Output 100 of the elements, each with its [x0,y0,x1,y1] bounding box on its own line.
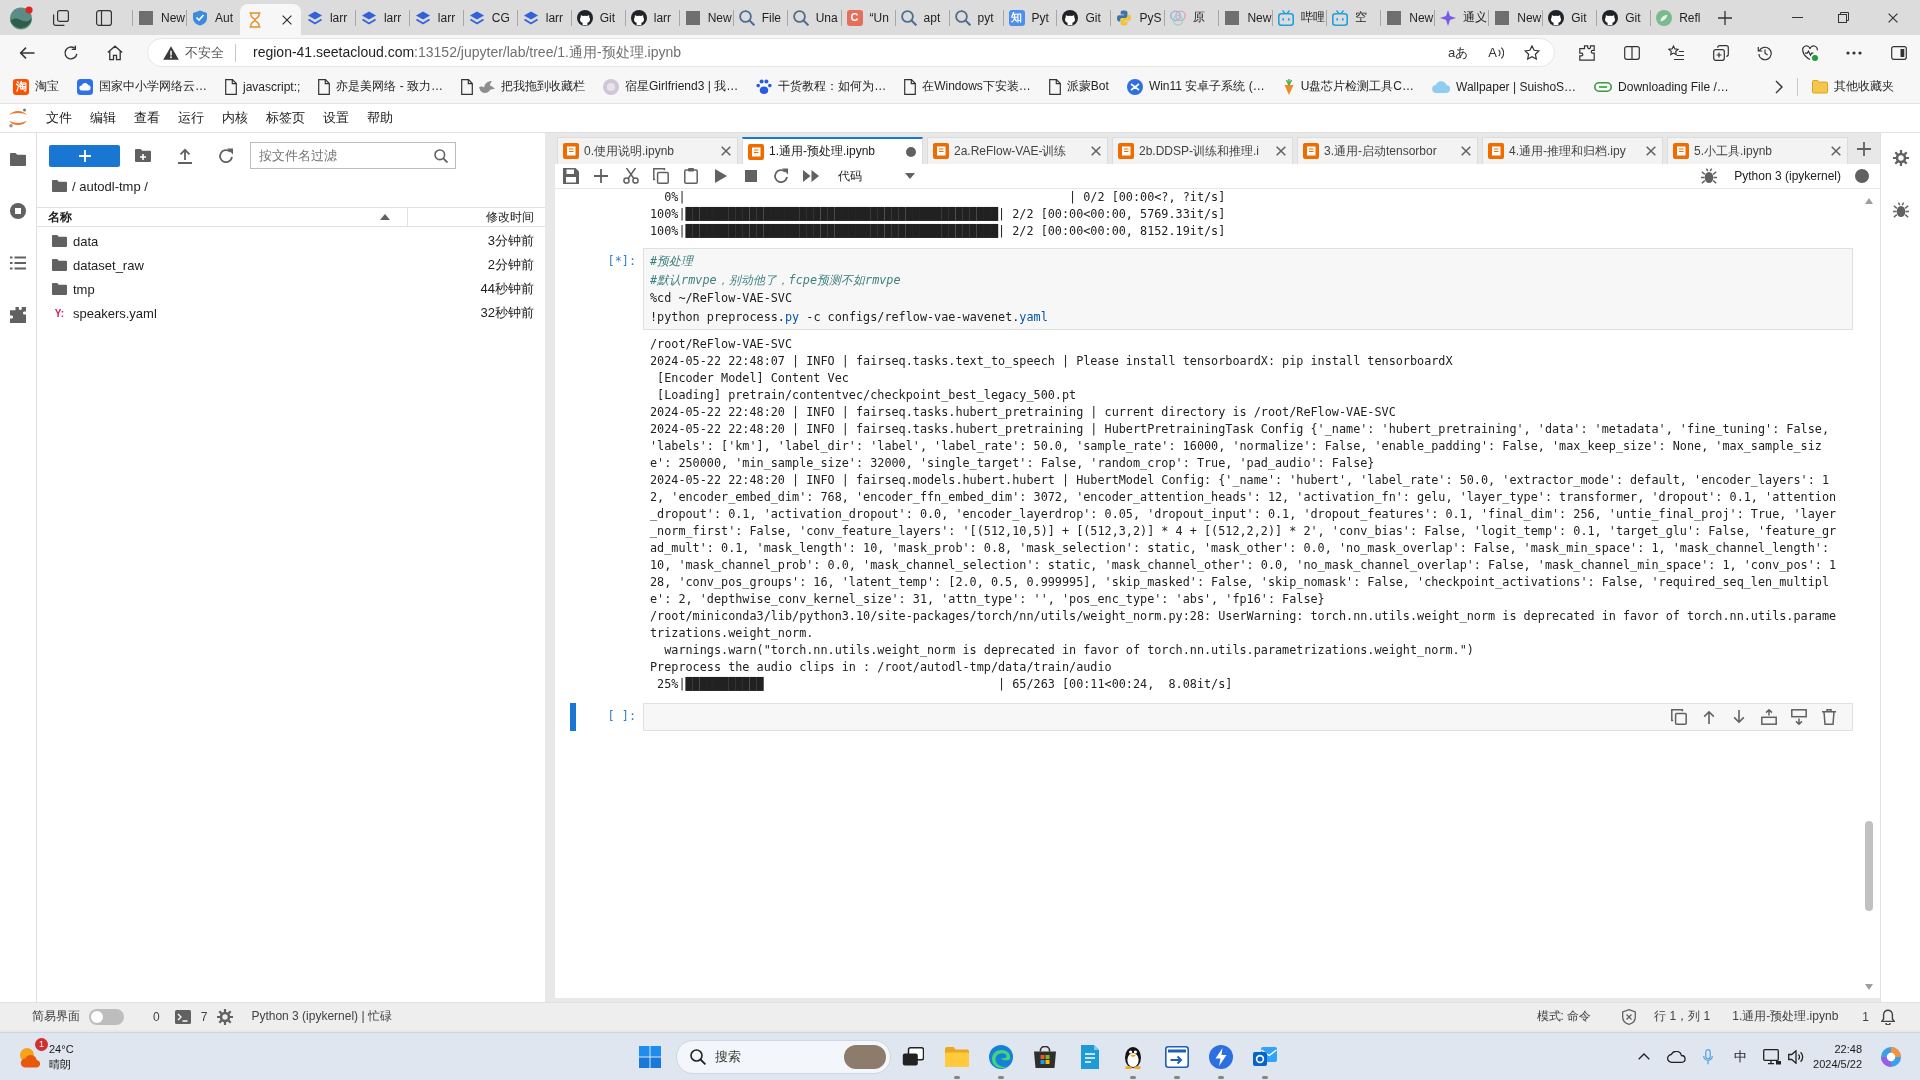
stop-circle-icon[interactable] [10,203,26,219]
refresh-icon[interactable] [63,44,79,61]
chevron-up-icon[interactable] [1638,1053,1650,1060]
profile-avatar-icon[interactable] [9,5,33,30]
envelope-icon[interactable] [1253,1047,1277,1066]
star-list-icon[interactable] [1668,44,1684,61]
more-icon[interactable] [1846,50,1862,55]
new-tab-icon[interactable] [1718,10,1732,25]
clock-date[interactable]: 2024/5/22 [1813,1056,1862,1072]
fast-forward-icon[interactable] [803,170,819,182]
address-bar[interactable]: 不安全 region-41.seetacloud.com:13152/jupyter/lab/tree/1.通用-预处理.ipynb aあ A [147,38,1555,67]
puzzle-icon[interactable] [10,307,26,323]
notebook-tab[interactable]: 1.通用-预处理.ipynb [742,137,923,164]
copy-icon[interactable] [1671,708,1687,725]
menu-item[interactable]: 设置 [314,104,358,132]
bookmark-folder[interactable]: 其他收藏夹 [1806,73,1900,100]
list-icon[interactable] [10,256,26,270]
column-header[interactable]: 修改时间 [408,208,545,226]
chevron-right-icon[interactable] [1775,79,1783,94]
insert-below-icon[interactable] [1791,708,1807,725]
file-name[interactable]: dataset_raw [73,257,144,273]
file-name[interactable]: data [73,233,99,249]
bookmark[interactable]: 派蒙Bot [1042,73,1115,100]
paste-icon[interactable] [684,168,698,184]
bookmark[interactable]: Downloading File /… [1588,73,1735,100]
collections-icon[interactable] [1712,44,1729,61]
menu-item[interactable]: 编辑 [81,104,125,132]
plus-icon[interactable] [594,169,608,183]
close-icon[interactable] [1831,146,1841,156]
temperature-text[interactable]: 24°C [49,1041,74,1057]
menu-item[interactable]: 标签页 [257,104,314,132]
menu-item[interactable]: 文件 [37,104,81,132]
weather-condition-text[interactable]: 晴朗 [49,1056,74,1072]
minimize-icon[interactable] [1791,17,1803,18]
browser-logo-icon[interactable] [989,1044,1013,1069]
bell-icon[interactable] [1881,1008,1895,1025]
gear-icon[interactable] [1892,150,1909,166]
close-icon[interactable] [1091,146,1101,156]
lightning-icon[interactable] [1209,1044,1233,1069]
cursor-position[interactable]: 行 1，列 1 [1654,1008,1711,1025]
bug-icon[interactable] [1892,202,1909,218]
history-icon[interactable] [1757,44,1773,61]
insert-above-icon[interactable] [1761,708,1777,725]
toggle-switch[interactable] [89,1008,124,1025]
heart-pulse-icon[interactable] [1801,44,1818,61]
bookmark[interactable]: Win11 安卓子系统 (… [1120,73,1271,100]
unsaved-dot-icon[interactable] [906,146,916,157]
notebook-tab[interactable]: 0.使用说明.ipynb [557,137,738,164]
cut-icon[interactable] [623,168,639,184]
colorful-swirl-icon[interactable] [1881,1046,1901,1067]
column-header[interactable]: 名称 [37,208,408,226]
arrow-down-icon[interactable] [1733,709,1745,724]
start-icon[interactable] [639,1045,661,1068]
terminal-count[interactable]: 0 [153,1009,160,1024]
kernel-status-text[interactable]: Python 3 (ipykernel) | 忙碌 [251,1008,392,1025]
close-icon[interactable] [1461,146,1471,156]
sidebar-icon[interactable] [1890,44,1907,61]
bookmark[interactable]: 把我拖到收藏栏 [455,73,592,100]
menu-item[interactable]: 运行 [169,104,213,132]
speaker-icon[interactable] [1788,1049,1804,1064]
code-editor[interactable]: #预处理 #默认rmvpe，别动他了，fcpe预测不如rmvpe %cd ~/ReFlow-VAE-SVC !python preprocess.py -c configs/reflow-vae-wavenet.yaml [643,248,1853,331]
cloud-icon[interactable] [1666,1050,1686,1063]
vertical-tabs-icon[interactable] [96,9,112,26]
arrow-up-icon[interactable] [1703,709,1715,724]
file-name[interactable]: tmp [73,281,95,297]
translate-action[interactable]: aあ [1448,43,1469,62]
close-icon[interactable] [721,146,731,156]
bookmark[interactable]: 干货教程：如何为… [750,73,893,100]
puzzle-icon[interactable] [1579,44,1595,61]
play-icon[interactable] [715,169,727,183]
restart-icon[interactable] [773,168,789,184]
clock-time[interactable]: 22:48 [1834,1041,1862,1057]
file-name[interactable]: speakers.yaml [73,305,157,321]
stacked-squares-icon[interactable] [53,9,69,26]
close-icon[interactable] [1646,146,1656,156]
penguin-icon[interactable] [1123,1044,1143,1069]
cell-type-dropdown[interactable]: 代码 [833,165,920,187]
restore-icon[interactable] [1837,12,1849,23]
notebook-tab[interactable]: 4.通用-推理和归档.ipy [1482,137,1663,164]
new-launcher-button[interactable] [49,144,120,167]
kernel-count[interactable]: 7 [200,1009,208,1024]
scroll-down-icon[interactable] [1865,984,1873,990]
not-secure-label[interactable]: 不安全 [185,43,224,62]
save-icon[interactable] [563,168,579,184]
notification-count[interactable]: 1 [1862,1009,1869,1024]
back-icon[interactable] [19,44,35,61]
copy-icon[interactable] [653,168,669,184]
browser-tab[interactable]: larr [300,0,355,35]
bookmark[interactable]: 亦是美网络 - 致力… [312,73,450,100]
close-icon[interactable] [1276,146,1286,156]
input-method-indicator[interactable]: 中 [1724,1036,1756,1077]
menu-item[interactable]: 查看 [125,104,169,132]
kernel-name[interactable]: Python 3 (ipykernel) [1734,169,1841,183]
bookmark[interactable]: Wallpaper | SuishoS… [1426,73,1583,100]
url-text[interactable]: region-41.seetacloud.com:13152/jupyter/lab/tree/1.通用-预处理.ipynb [253,43,681,62]
upload-icon[interactable] [178,147,192,164]
notebook-tab[interactable]: 5.小工具.ipynb [1667,137,1848,164]
scroll-up-icon[interactable] [1865,198,1873,204]
filter-field[interactable]: 按文件名过滤 [250,142,456,169]
read-aloud-action[interactable]: A [1488,45,1504,60]
